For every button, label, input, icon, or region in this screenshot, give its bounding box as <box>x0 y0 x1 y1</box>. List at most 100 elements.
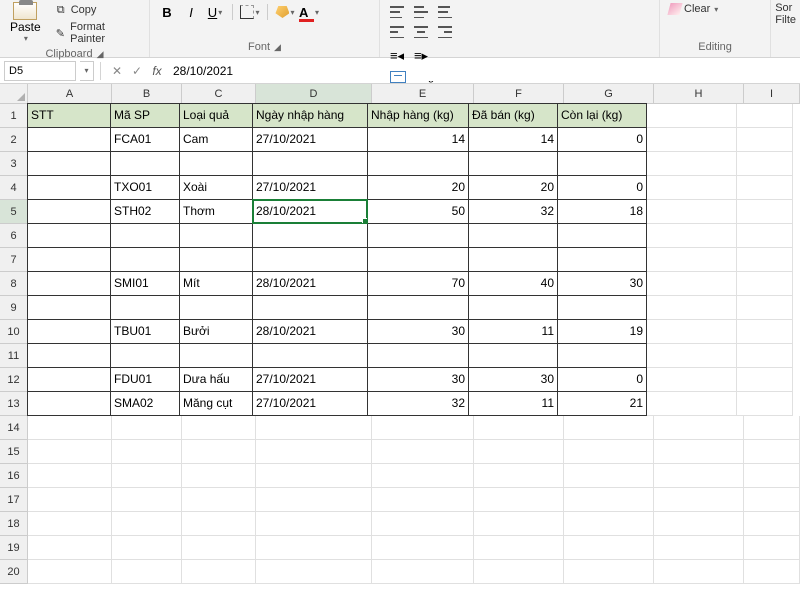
cell-B17[interactable] <box>112 488 182 512</box>
cell-G14[interactable] <box>564 416 654 440</box>
cell-H13[interactable] <box>647 392 737 416</box>
cell-B19[interactable] <box>112 536 182 560</box>
row-header-8[interactable]: 8 <box>0 272 27 296</box>
cell-D3[interactable] <box>252 151 368 176</box>
cell-C5[interactable]: Thơm <box>179 199 253 224</box>
column-header-F[interactable]: F <box>474 84 564 103</box>
cell-I3[interactable] <box>737 152 793 176</box>
cell-I17[interactable] <box>744 488 800 512</box>
cell-I16[interactable] <box>744 464 800 488</box>
cell-I4[interactable] <box>737 176 793 200</box>
cell-F20[interactable] <box>474 560 564 584</box>
row-header-20[interactable]: 20 <box>0 560 27 584</box>
cell-C6[interactable] <box>179 223 253 248</box>
cell-C4[interactable]: Xoài <box>179 175 253 200</box>
cell-I10[interactable] <box>737 320 793 344</box>
cell-D4[interactable]: 27/10/2021 <box>252 175 368 200</box>
row-header-9[interactable]: 9 <box>0 296 27 320</box>
cell-I8[interactable] <box>737 272 793 296</box>
row-header-15[interactable]: 15 <box>0 440 27 464</box>
row-header-2[interactable]: 2 <box>0 128 27 152</box>
cell-E14[interactable] <box>372 416 474 440</box>
cells-area[interactable]: STTMã SPLoại quảNgày nhập hàngNhập hàng … <box>28 104 800 600</box>
cell-F6[interactable] <box>468 223 558 248</box>
cell-E12[interactable]: 30 <box>367 367 469 392</box>
cell-G19[interactable] <box>564 536 654 560</box>
cell-C8[interactable]: Mít <box>179 271 253 296</box>
row-header-5[interactable]: 5 <box>0 200 27 224</box>
cell-E11[interactable] <box>367 343 469 368</box>
cell-F18[interactable] <box>474 512 564 536</box>
cell-G12[interactable]: 0 <box>557 367 647 392</box>
name-box-dropdown[interactable]: ▾ <box>80 61 94 81</box>
cell-I7[interactable] <box>737 248 793 272</box>
border-button[interactable]: ▾ <box>239 2 261 22</box>
align-middle-button[interactable] <box>410 2 432 22</box>
cell-A18[interactable] <box>28 512 112 536</box>
cell-H4[interactable] <box>647 176 737 200</box>
cell-F19[interactable] <box>474 536 564 560</box>
cell-A10[interactable] <box>27 319 111 344</box>
column-header-C[interactable]: C <box>182 84 256 103</box>
cell-A16[interactable] <box>28 464 112 488</box>
cell-H5[interactable] <box>647 200 737 224</box>
cell-B9[interactable] <box>110 295 180 320</box>
cell-G18[interactable] <box>564 512 654 536</box>
cell-A8[interactable] <box>27 271 111 296</box>
fill-color-button[interactable]: ▾ <box>274 2 296 22</box>
underline-button[interactable]: U▾ <box>204 2 226 22</box>
font-color-button[interactable]: A▾ <box>298 2 320 22</box>
cell-D18[interactable] <box>256 512 372 536</box>
row-header-10[interactable]: 10 <box>0 320 27 344</box>
cell-E16[interactable] <box>372 464 474 488</box>
cell-B8[interactable]: SMI01 <box>110 271 180 296</box>
cell-H2[interactable] <box>647 128 737 152</box>
cell-C16[interactable] <box>182 464 256 488</box>
cell-A17[interactable] <box>28 488 112 512</box>
cell-F11[interactable] <box>468 343 558 368</box>
cell-H18[interactable] <box>654 512 744 536</box>
cell-G1[interactable]: Còn lại (kg) <box>557 103 647 128</box>
cell-F4[interactable]: 20 <box>468 175 558 200</box>
cell-A20[interactable] <box>28 560 112 584</box>
cell-H6[interactable] <box>647 224 737 248</box>
cell-A5[interactable] <box>27 199 111 224</box>
cell-E17[interactable] <box>372 488 474 512</box>
cell-B3[interactable] <box>110 151 180 176</box>
cell-F2[interactable]: 14 <box>468 127 558 152</box>
cell-G20[interactable] <box>564 560 654 584</box>
cell-F16[interactable] <box>474 464 564 488</box>
select-all-corner[interactable] <box>0 84 28 104</box>
cell-I19[interactable] <box>744 536 800 560</box>
cell-C3[interactable] <box>179 151 253 176</box>
name-box[interactable]: D5 <box>4 61 76 81</box>
cell-G17[interactable] <box>564 488 654 512</box>
cell-G5[interactable]: 18 <box>557 199 647 224</box>
cell-E19[interactable] <box>372 536 474 560</box>
cell-B11[interactable] <box>110 343 180 368</box>
cell-G2[interactable]: 0 <box>557 127 647 152</box>
cell-F15[interactable] <box>474 440 564 464</box>
cell-D1[interactable]: Ngày nhập hàng <box>252 103 368 128</box>
cell-D10[interactable]: 28/10/2021 <box>252 319 368 344</box>
row-header-12[interactable]: 12 <box>0 368 27 392</box>
row-header-3[interactable]: 3 <box>0 152 27 176</box>
cell-G11[interactable] <box>557 343 647 368</box>
cell-F5[interactable]: 32 <box>468 199 558 224</box>
cell-C11[interactable] <box>179 343 253 368</box>
cell-G4[interactable]: 0 <box>557 175 647 200</box>
cell-F12[interactable]: 30 <box>468 367 558 392</box>
cell-B4[interactable]: TXO01 <box>110 175 180 200</box>
cell-E1[interactable]: Nhập hàng (kg) <box>367 103 469 128</box>
cell-I18[interactable] <box>744 512 800 536</box>
cell-I2[interactable] <box>737 128 793 152</box>
row-header-11[interactable]: 11 <box>0 344 27 368</box>
cell-A19[interactable] <box>28 536 112 560</box>
cell-I11[interactable] <box>737 344 793 368</box>
insert-function-button[interactable]: fx <box>147 61 167 81</box>
row-header-13[interactable]: 13 <box>0 392 27 416</box>
cell-F13[interactable]: 11 <box>468 391 558 416</box>
column-header-I[interactable]: I <box>744 84 800 103</box>
cell-C17[interactable] <box>182 488 256 512</box>
cell-D8[interactable]: 28/10/2021 <box>252 271 368 296</box>
